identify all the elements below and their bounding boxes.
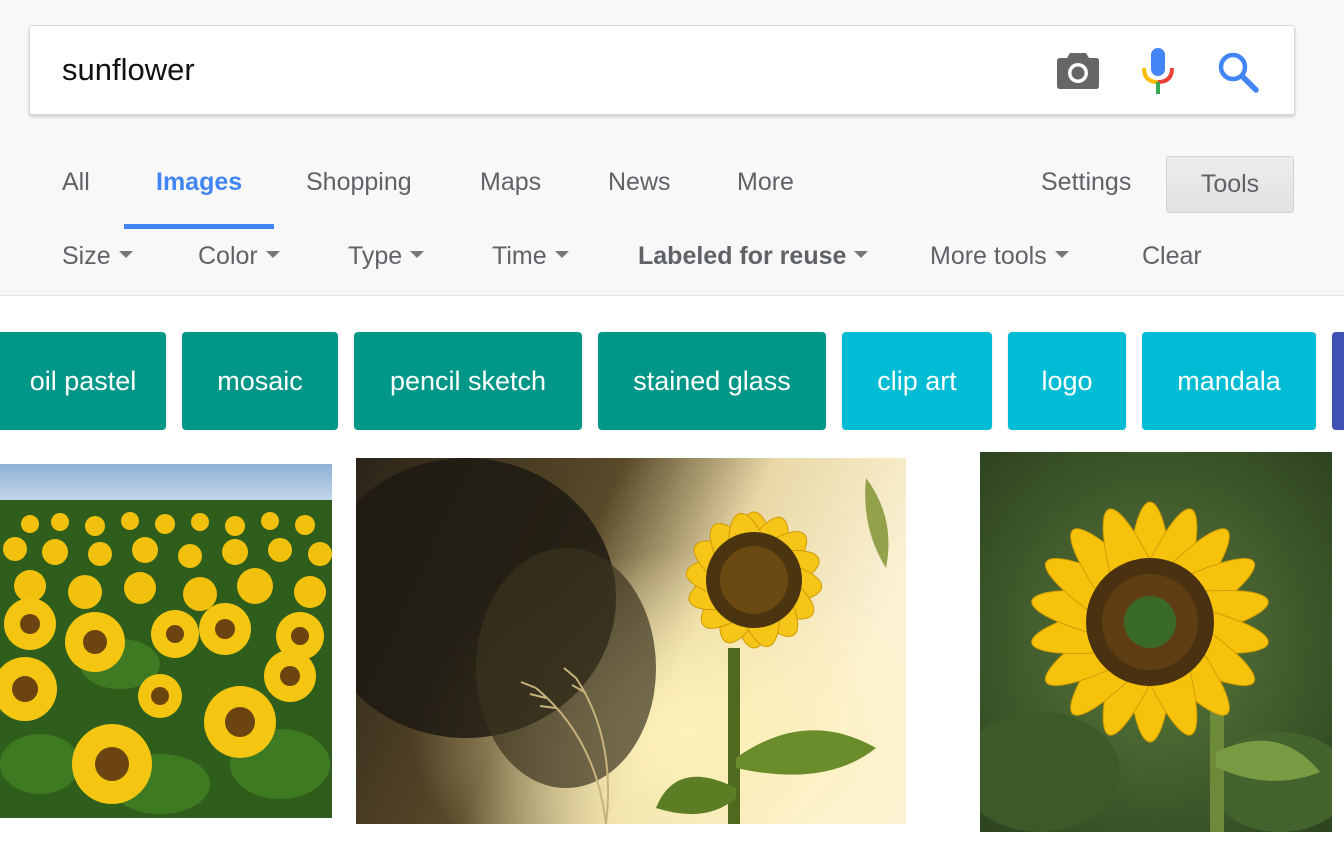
filter-time[interactable]: Time — [492, 242, 569, 271]
tab-maps[interactable]: Maps — [480, 168, 541, 197]
clear-filters-link[interactable]: Clear — [1142, 242, 1202, 271]
search-bar — [29, 25, 1295, 115]
search-tabs: All Images Shopping Maps News More Setti… — [0, 150, 1344, 230]
filter-more-tools-label: More tools — [930, 242, 1047, 270]
chip-partial[interactable] — [1332, 332, 1344, 430]
camera-icon[interactable] — [1056, 50, 1100, 90]
tab-news[interactable]: News — [608, 168, 671, 197]
filter-color-label: Color — [198, 242, 258, 270]
active-tab-indicator — [124, 224, 274, 229]
tab-shopping[interactable]: Shopping — [306, 168, 412, 197]
tab-more[interactable]: More — [737, 168, 794, 197]
chevron-down-icon — [410, 250, 425, 258]
filter-more-tools[interactable]: More tools — [930, 242, 1069, 271]
filter-type-label: Type — [348, 242, 403, 270]
filter-color[interactable]: Color — [198, 242, 280, 271]
filter-size[interactable]: Size — [62, 242, 133, 271]
chip-logo[interactable]: logo — [1008, 332, 1126, 430]
search-icon[interactable] — [1216, 50, 1260, 94]
tab-all[interactable]: All — [62, 168, 90, 197]
chevron-down-icon — [554, 250, 569, 258]
chip-oil-pastel[interactable]: oil pastel — [0, 332, 166, 430]
chevron-down-icon — [1054, 250, 1069, 258]
chip-mandala[interactable]: mandala — [1142, 332, 1316, 430]
image-result-sunflower-sunset[interactable] — [356, 458, 906, 824]
filter-usage-rights-label: Labeled for reuse — [638, 242, 847, 270]
filter-time-label: Time — [492, 242, 547, 270]
filter-usage-rights[interactable]: Labeled for reuse — [638, 242, 869, 271]
search-input[interactable] — [62, 50, 962, 90]
microphone-icon[interactable] — [1140, 46, 1176, 96]
chevron-down-icon — [118, 250, 133, 258]
chip-mosaic[interactable]: mosaic — [182, 332, 338, 430]
settings-link[interactable]: Settings — [1041, 168, 1131, 197]
search-header: All Images Shopping Maps News More Setti… — [0, 0, 1344, 296]
chevron-down-icon — [265, 250, 280, 258]
filter-size-label: Size — [62, 242, 111, 270]
image-result-sunflower-closeup[interactable] — [980, 452, 1332, 832]
search-tools-bar: Size Color Type Time Labeled for reuse M… — [0, 236, 1344, 280]
chip-pencil-sketch[interactable]: pencil sketch — [354, 332, 582, 430]
related-searches-chips: oil pastel mosaic pencil sketch stained … — [0, 332, 1344, 430]
image-result-sunflower-field[interactable] — [0, 464, 332, 818]
filter-type[interactable]: Type — [348, 242, 425, 271]
chevron-down-icon — [854, 250, 869, 258]
chip-clip-art[interactable]: clip art — [842, 332, 992, 430]
image-results-grid — [0, 440, 1344, 854]
tab-images[interactable]: Images — [156, 168, 242, 197]
chip-stained-glass[interactable]: stained glass — [598, 332, 826, 430]
tools-button[interactable]: Tools — [1166, 156, 1294, 213]
